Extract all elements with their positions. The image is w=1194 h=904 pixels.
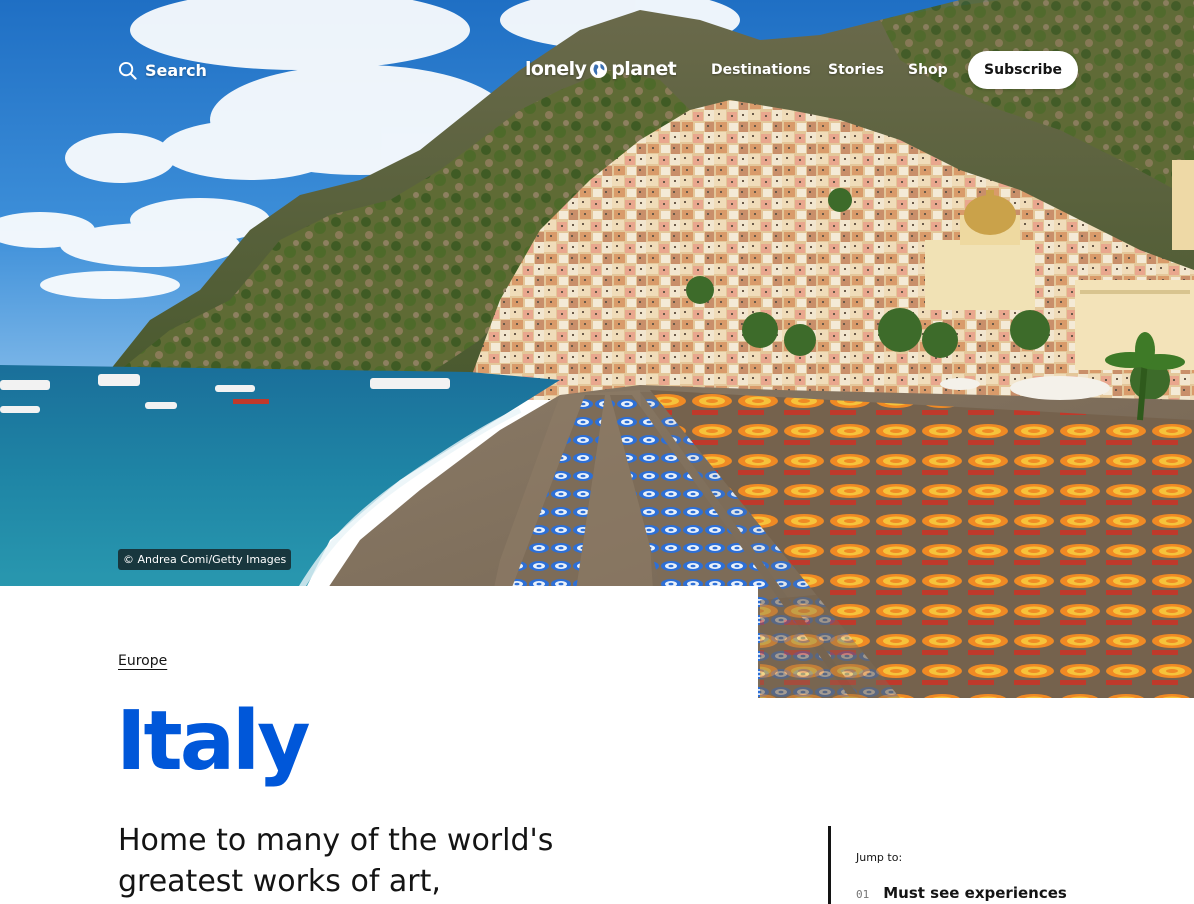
jump-to-item[interactable]: 01 Must see experiences <box>856 884 1067 902</box>
search-icon <box>118 61 137 80</box>
search-button[interactable]: Search <box>118 58 207 82</box>
page-title: Italy <box>116 694 311 789</box>
subscribe-button[interactable]: Subscribe <box>968 51 1078 89</box>
intro-text: Home to many of the world's greatest work… <box>118 820 638 902</box>
logo-text-left: lonely <box>525 58 587 80</box>
logo-text-right: planet <box>611 58 677 80</box>
jump-item-number: 01 <box>856 888 870 901</box>
content-panel-overlap <box>0 586 758 698</box>
photo-credit: © Andrea Comi/Getty Images <box>118 549 292 570</box>
jump-to-nav: Jump to: 01 Must see experiences <box>828 826 1131 904</box>
globe-icon <box>589 60 608 79</box>
breadcrumb-region-link[interactable]: Europe <box>118 653 167 669</box>
site-header: Search lonely planet Destinations Storie… <box>0 0 1194 140</box>
page: Search lonely planet Destinations Storie… <box>0 0 1194 904</box>
nav-destinations[interactable]: Destinations <box>711 62 811 78</box>
jump-item-label: Must see experiences <box>883 884 1067 902</box>
intro-line-1: Home to many of the world's <box>118 823 554 858</box>
nav-stories[interactable]: Stories <box>828 62 884 78</box>
nav-shop[interactable]: Shop <box>908 62 948 78</box>
lonely-planet-logo[interactable]: lonely planet <box>525 56 677 82</box>
jump-to-label: Jump to: <box>856 851 903 864</box>
search-label: Search <box>145 60 207 80</box>
intro-line-2: greatest works of art, <box>118 864 441 899</box>
